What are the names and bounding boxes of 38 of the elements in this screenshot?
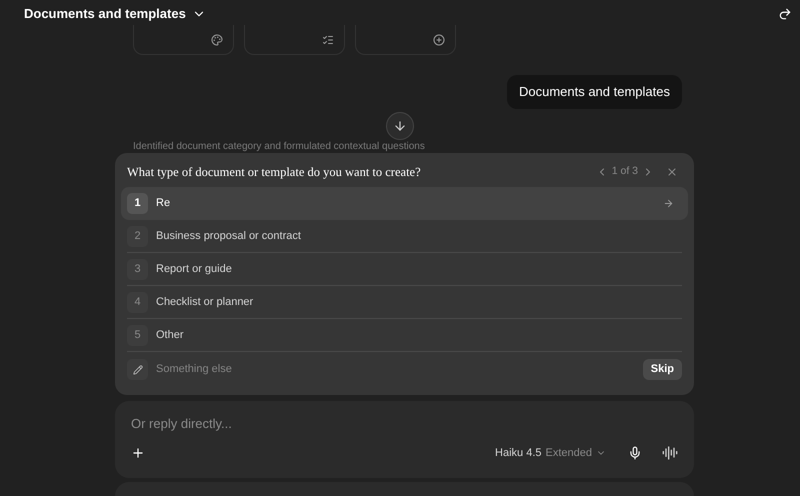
plus-icon[interactable] <box>131 446 145 460</box>
user-message: Documents and templates <box>506 75 682 109</box>
option-row[interactable]: 4 Checklist or planner <box>127 286 682 319</box>
reply-input[interactable]: Or reply directly... <box>131 415 678 433</box>
skip-button[interactable]: Skip <box>642 359 682 380</box>
model-selector[interactable]: Haiku 4.5 Extended <box>495 445 606 462</box>
pencil-icon <box>127 359 148 380</box>
option-label: Re <box>156 196 172 212</box>
other-input[interactable]: Something else <box>156 361 635 378</box>
option-label: Business proposal or contract <box>156 228 302 244</box>
option-number: 2 <box>127 226 148 246</box>
option-label: Checklist or planner <box>156 294 254 310</box>
question-title: What type of document or template do you want to create? <box>127 164 421 181</box>
share-icon[interactable] <box>778 7 792 21</box>
page-indicator: 1 of 3 <box>612 164 638 180</box>
option-number: 3 <box>127 258 148 280</box>
option-number: 1 <box>127 193 148 214</box>
palette-icon <box>211 34 223 46</box>
scroll-down-button[interactable] <box>386 112 414 140</box>
option-number: 4 <box>127 292 148 312</box>
plus-circle-icon <box>433 34 445 46</box>
status-text: Identified document category and formulated contextual questions <box>133 141 426 153</box>
option-row[interactable]: 3 Report or guide <box>127 253 682 286</box>
option-row[interactable]: 5 Other <box>127 319 682 352</box>
microphone-icon[interactable] <box>628 446 642 460</box>
model-name: Haiku 4.5 <box>495 446 542 461</box>
option-row[interactable]: 1 Re <box>121 187 688 220</box>
chat-title-button[interactable]: Documents and templates <box>24 4 206 24</box>
checklist-icon <box>322 34 334 46</box>
arrow-right-icon <box>663 198 674 209</box>
option-label: Other <box>156 328 185 343</box>
option-row[interactable]: 2 Business proposal or contract <box>127 220 682 253</box>
close-icon[interactable] <box>666 166 678 178</box>
arrow-down-icon <box>393 119 407 133</box>
voice-mode-icon[interactable] <box>662 445 678 462</box>
model-mode: Extended <box>546 446 592 461</box>
option-number: 5 <box>127 324 148 346</box>
option-label: Report or guide <box>156 262 233 277</box>
